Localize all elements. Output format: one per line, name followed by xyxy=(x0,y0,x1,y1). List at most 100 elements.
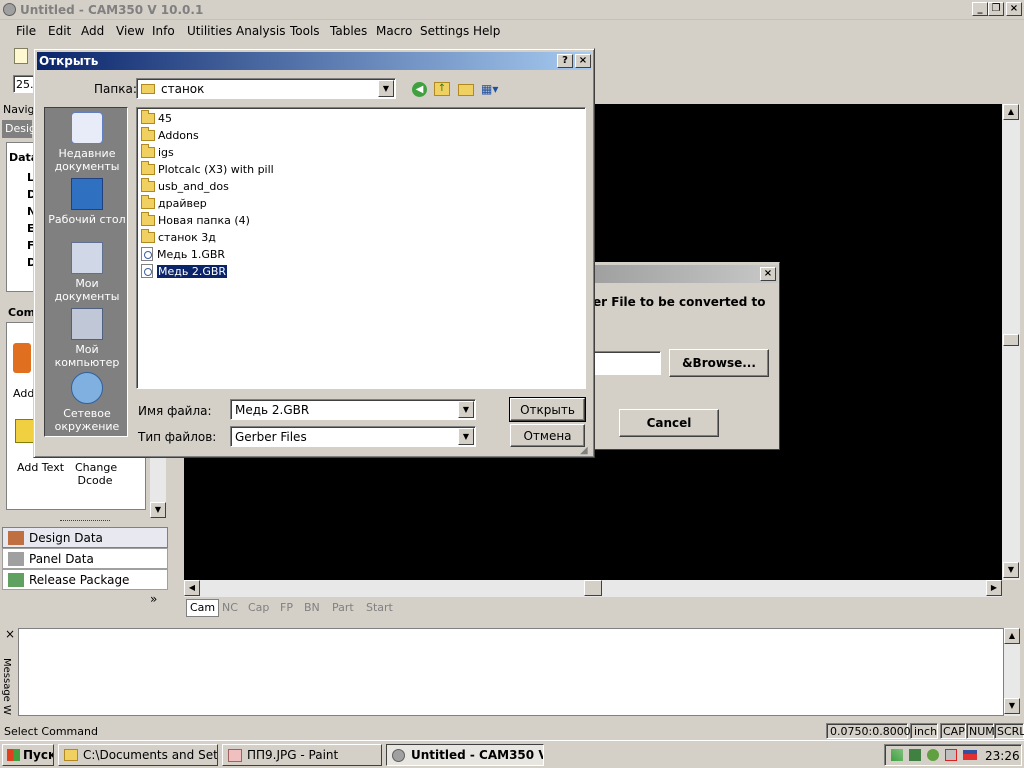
close-button[interactable]: × xyxy=(1006,2,1022,16)
panel-data-tab[interactable]: Panel Data xyxy=(2,548,168,569)
menu-info[interactable]: Info xyxy=(152,24,175,38)
resize-grip-icon[interactable]: ◢ xyxy=(580,445,588,456)
open-dialog-close[interactable]: × xyxy=(575,54,591,68)
help-button[interactable]: ? xyxy=(557,54,573,68)
vscroll-thumb[interactable] xyxy=(1003,334,1019,346)
list-item[interactable]: Plotcalc (X3) with pill xyxy=(141,160,274,177)
add-text-label[interactable]: Add Text xyxy=(17,461,64,474)
list-item[interactable]: Новая папка (4) xyxy=(141,211,250,228)
menu-view[interactable]: View xyxy=(116,24,144,38)
browse-button[interactable]: &Browse... xyxy=(669,349,769,377)
tab-start[interactable]: Start xyxy=(366,601,393,614)
task-cam350[interactable]: Untitled - CAM350 V ... xyxy=(386,744,544,766)
place-my-computer[interactable]: Мой компьютер xyxy=(45,308,129,369)
place-desktop[interactable]: Рабочий стол xyxy=(45,178,129,226)
message-scrollbar[interactable]: ▲ ▼ xyxy=(1004,628,1020,716)
tab-fp[interactable]: FP xyxy=(280,601,293,614)
start-button[interactable]: Пуск xyxy=(2,744,54,766)
list-item[interactable]: Медь 1.GBR xyxy=(141,246,225,262)
add-command-icon[interactable] xyxy=(13,343,31,373)
folder-combo[interactable]: станок ▼ xyxy=(136,78,396,99)
list-item[interactable]: драйвер xyxy=(141,194,207,211)
menu-add[interactable]: Add xyxy=(81,24,104,38)
place-network-label: Сетевое окружение xyxy=(54,407,120,433)
folder-icon xyxy=(141,84,155,94)
menu-tools[interactable]: Tools xyxy=(290,24,320,38)
menu-file[interactable]: File xyxy=(16,24,36,38)
status-coords: 0.0750:0.8000 xyxy=(826,723,911,739)
design-data-tab[interactable]: Design Data xyxy=(2,527,168,548)
language-flag-icon[interactable] xyxy=(963,750,977,760)
place-recent[interactable]: Недавние документы xyxy=(45,112,129,173)
place-my-documents[interactable]: Мои документы xyxy=(45,242,129,303)
menu-utilities[interactable]: Utilities xyxy=(187,24,232,38)
add-text-icon[interactable] xyxy=(15,419,35,443)
menu-help[interactable]: Help xyxy=(473,24,500,38)
view-menu-icon[interactable]: ▦▾ xyxy=(481,82,505,97)
tab-nc[interactable]: NC xyxy=(222,601,238,614)
import-cancel-button[interactable]: Cancel xyxy=(619,409,719,437)
status-bar: Select Command 0.0750:0.8000 inch CAP NU… xyxy=(0,722,1024,740)
new-file-icon[interactable] xyxy=(14,48,28,64)
message-scroll-up[interactable]: ▲ xyxy=(1004,628,1020,644)
list-item[interactable]: usb_and_dos xyxy=(141,177,229,194)
tab-cap[interactable]: Cap xyxy=(248,601,269,614)
change-dcode-label[interactable]: Change Dcode xyxy=(75,461,117,487)
task-paint[interactable]: ПП9.JPG - Paint xyxy=(222,744,382,766)
minimize-button[interactable]: _ xyxy=(972,2,988,16)
filename-input[interactable]: Медь 2.GBR ▼ xyxy=(230,399,476,420)
data-tree: Data L D N E F D xyxy=(6,142,38,292)
signal-icon[interactable] xyxy=(891,749,903,761)
folder-icon xyxy=(141,109,155,124)
antivirus-icon[interactable] xyxy=(927,749,939,761)
chevron-down-icon[interactable]: ▼ xyxy=(378,80,394,97)
volume-muted-icon[interactable] xyxy=(945,749,957,761)
chevron-down-icon[interactable]: ▼ xyxy=(458,428,474,445)
menu-settings[interactable]: Settings xyxy=(420,24,469,38)
zoom-input[interactable]: 25. xyxy=(13,75,35,93)
cancel-button[interactable]: Отмена xyxy=(510,424,585,447)
menu-macro[interactable]: Macro xyxy=(376,24,412,38)
commands-scroll-down[interactable]: ▼ xyxy=(150,502,166,518)
chevron-down-icon[interactable]: ▼ xyxy=(458,401,474,418)
message-close-icon[interactable]: × xyxy=(5,627,15,641)
expand-chevron-icon[interactable]: » xyxy=(150,592,157,606)
hscroll-thumb[interactable] xyxy=(584,580,602,596)
list-item[interactable]: 45 xyxy=(141,109,172,126)
message-scroll-down[interactable]: ▼ xyxy=(1004,698,1020,714)
folder-icon xyxy=(141,143,155,158)
list-item[interactable]: Addons xyxy=(141,126,199,143)
place-network[interactable]: Сетевое окружение xyxy=(45,372,129,433)
network-tray-icon[interactable] xyxy=(909,749,921,761)
file-list[interactable]: 45 Addons igs Plotcalc (X3) with pill us… xyxy=(136,107,586,389)
menu-edit[interactable]: Edit xyxy=(48,24,71,38)
open-button[interactable]: Открыть xyxy=(509,397,586,422)
list-item-selected[interactable]: Медь 2.GBR xyxy=(141,263,229,279)
import-file-input[interactable] xyxy=(593,351,661,375)
menu-analysis[interactable]: Analysis xyxy=(236,24,285,38)
list-item[interactable]: станок 3д xyxy=(141,228,216,245)
task-explorer[interactable]: C:\Documents and Settin... xyxy=(58,744,218,766)
back-icon[interactable]: ◀ xyxy=(412,82,427,97)
hscroll-left[interactable]: ◀ xyxy=(184,580,200,596)
up-folder-icon[interactable]: ↑ xyxy=(434,82,450,96)
tab-bn[interactable]: BN xyxy=(304,601,320,614)
hscroll-right[interactable]: ▶ xyxy=(986,580,1002,596)
message-window[interactable] xyxy=(18,628,1004,716)
new-folder-icon[interactable] xyxy=(458,84,474,96)
menu-tables[interactable]: Tables xyxy=(330,24,367,38)
canvas-vscroll[interactable]: ▲ ▼ xyxy=(1002,104,1020,580)
filetype-select[interactable]: Gerber Files ▼ xyxy=(230,426,476,447)
import-dialog-close[interactable]: × xyxy=(760,267,776,281)
tab-cam[interactable]: Cam xyxy=(186,599,220,617)
panel-splitter[interactable] xyxy=(60,520,110,524)
tab-part[interactable]: Part xyxy=(332,601,354,614)
canvas-hscroll[interactable]: ◀ ▶ xyxy=(184,580,1002,597)
vscroll-down[interactable]: ▼ xyxy=(1003,562,1019,578)
status-cap: CAP xyxy=(940,723,966,739)
release-package-tab[interactable]: Release Package xyxy=(2,569,168,590)
list-item[interactable]: igs xyxy=(141,143,174,160)
restore-button[interactable]: ❐ xyxy=(988,2,1004,16)
vscroll-up[interactable]: ▲ xyxy=(1003,104,1019,120)
browse-button-label: &Browse... xyxy=(682,356,756,370)
